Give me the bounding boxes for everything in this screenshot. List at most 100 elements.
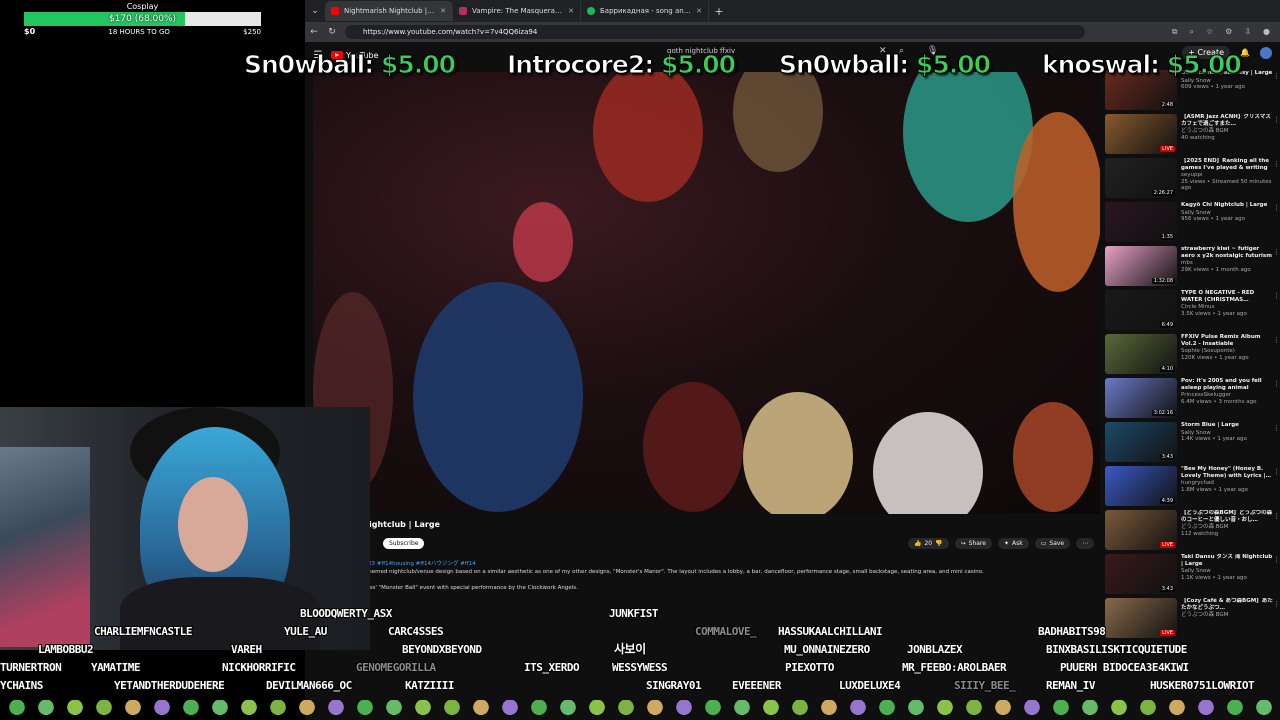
more-actions-button[interactable]: ⋯ [1076,538,1095,549]
video-title: ightclub | Large [369,520,440,529]
donor-name: Introcore2: [506,50,654,80]
related-stats: 6.4M views • 3 months ago [1181,398,1257,405]
new-tab-button[interactable]: + [709,5,729,18]
related-video-item[interactable]: 3:43 Storm Blue | Large Sally Snow 1.4K vie… [1105,422,1280,466]
more-vert-icon[interactable]: ⋮ [1273,556,1280,564]
more-vert-icon[interactable]: ⋮ [1273,512,1280,520]
donation-amount: $5.00 [660,50,736,80]
more-vert-icon[interactable]: ⋮ [1273,72,1280,80]
tab-youtube[interactable]: Nightmarish Nightclub | Larg ✕ [325,1,453,21]
extension-icon[interactable]: ⧉ [1172,27,1178,37]
subscribe-button[interactable]: Subscribe [383,538,425,549]
chatter-sprite [153,700,171,718]
puzzle-icon[interactable]: ⚙ [1225,27,1232,37]
avatar[interactable] [1260,46,1272,59]
related-stats: 112 watching [1181,530,1219,537]
video-thumbnail[interactable]: 6:49 [1105,290,1177,330]
more-vert-icon[interactable]: ⋮ [1273,204,1280,212]
donation-amount: $5.00 [380,50,456,80]
stream-overlay: { "goal": { "title": "Cosplay", "label":… [0,0,1280,720]
video-thumbnail[interactable]: 1:35 [1105,202,1177,242]
address-bar[interactable]: https://www.youtube.com/watch?v=7v4QQ6iz… [345,25,1085,39]
related-stats: 956 views • 1 year ago [1181,216,1246,222]
related-video-item[interactable]: 2:26:27 【2025 END】Ranking all the games I… [1105,158,1280,202]
tab-spotify[interactable]: Баррикадная - song and lyrics by ✕ [581,1,709,21]
url-text: https://www.youtube.com/watch?v=7v4QQ6iz… [363,28,538,36]
related-video-item[interactable]: 1:32:08 strawberry kiwi ~ futiger aero x … [1105,246,1280,290]
notifications-icon[interactable]: 🔔 [1240,48,1250,57]
chatter-name: TURNERTRON [0,661,62,674]
video-thumbnail[interactable]: 3:02:16 [1105,378,1177,418]
video-description[interactable]: 2023 #ff14housing #ff14ハウジング #ff14 y-the… [361,560,1101,604]
video-thumbnail[interactable]: 3:43 [1105,554,1177,594]
star-icon[interactable]: ☆ [1206,27,1213,37]
goal-title: Cosplay [126,2,159,11]
ask-button[interactable]: ✦ Ask [997,538,1029,549]
related-title: 【ASMR Jazz ACNH】クリスマスカフェで過ごすまた… [1181,114,1271,127]
related-video-item[interactable]: 3:02:16 Pov: it's 2005 and you fell aslee… [1105,378,1280,422]
more-vert-icon[interactable]: ⋮ [1273,160,1280,168]
video-thumbnail[interactable]: 1:32:08 [1105,246,1177,286]
chatter-sprite [182,700,200,718]
related-stats: 3.5K views • 1 year ago [1181,310,1247,317]
webcam-shelf [0,447,90,647]
more-vert-icon[interactable]: ⋮ [1273,248,1280,256]
close-icon[interactable]: ✕ [568,7,574,15]
sparkle-icon: ✦ [1003,540,1009,547]
more-vert-icon[interactable]: ⋮ [1273,292,1280,300]
video-thumbnail[interactable]: LIVE [1105,510,1177,550]
video-thumbnail[interactable]: 3:43 [1105,422,1177,462]
more-vert-icon[interactable]: ⋮ [1273,116,1280,124]
browser-window: ⌄ Nightmarish Nightclub | Larg ✕ Vampire… [305,0,1280,720]
duration-badge: 1:32:08 [1151,278,1175,284]
more-vert-icon[interactable]: ⋮ [1273,600,1280,608]
related-stats: 29K views • 1 month ago [1181,266,1251,273]
more-vert-icon[interactable]: ⋮ [1273,336,1280,344]
like-button[interactable]: 👍 20 👎 [908,538,949,549]
reload-icon[interactable]: ↻ [323,27,341,37]
related-video-item[interactable]: 4:10 FFXIV Pulse Remix Album Vol.2 - Insa… [1105,334,1280,378]
related-video-item[interactable]: 3:43 Taki Dansu ダンス 滝 Nightclub | Large Sa… [1105,554,1280,598]
chatter-name: NICKHORRIFIC [222,661,296,674]
related-video-item[interactable]: 4:39 "Bee My Honey" (Honey B. Lovely Them… [1105,466,1280,510]
related-video-item[interactable]: LIVE 【Cozy Café & あつ森BGM】あたたかなどうぶつ… どうぶつの森… [1105,598,1280,642]
chatter-name: YCHAINS [0,679,43,692]
back-icon[interactable]: ← [305,27,323,37]
video-thumbnail[interactable]: LIVE [1105,598,1177,638]
scene-figure [513,202,573,282]
related-video-item[interactable]: LIVE 【どうぶつの森BGM】どうぶつの森のコーヒーと優しい音・おし… どうぶつの… [1105,510,1280,554]
donor-name: Sn0wball: [243,50,374,80]
profile-icon[interactable]: ● [1263,27,1270,37]
more-vert-icon[interactable]: ⋮ [1273,424,1280,432]
related-channel: どうぶつの森 BGM [1181,612,1229,618]
close-icon[interactable]: ✕ [696,7,702,15]
save-button[interactable]: ▭ Save [1034,538,1071,549]
tab-title: Баррикадная - song and lyrics by [600,7,692,15]
close-icon[interactable]: ✕ [440,7,446,15]
donation-amount: $5.00 [1166,50,1242,80]
more-vert-icon[interactable]: ⋮ [1273,468,1280,476]
related-video-item[interactable]: LIVE 【ASMR Jazz ACNH】クリスマスカフェで過ごすまた… どうぶつの… [1105,114,1280,158]
video-thumbnail[interactable]: 4:10 [1105,334,1177,374]
video-thumbnail[interactable]: 2:26:27 [1105,158,1177,198]
related-stats: 1.4K views • 1 year ago [1181,436,1247,442]
video-thumbnail[interactable]: LIVE [1105,114,1177,154]
bookmark-icon: ▭ [1040,540,1047,547]
share-button[interactable]: ↪ Share [954,538,992,549]
zoom-icon[interactable]: ⌕ [1189,27,1193,37]
more-vert-icon[interactable]: ⋮ [1273,380,1280,388]
scene-figure [873,412,983,514]
related-title: Kagyō Chi Nightclub | Large [1181,202,1268,208]
related-video-item[interactable]: 6:49 TYPE O NEGATIVE - RED WATER (CHRISTM… [1105,290,1280,334]
duration-badge: 3:43 [1159,586,1175,592]
related-video-item[interactable]: 1:35 Kagyō Chi Nightclub | Large Sally Sno… [1105,202,1280,246]
video-player[interactable] [313,72,1100,514]
tab-vampire[interactable]: Vampire: The Masquerade Clan Te ✕ [453,1,581,21]
duration-badge: 4:10 [1159,366,1175,372]
related-title: Pov: it's 2005 and you fell asleep playi… [1181,378,1262,391]
thumbs-down-icon[interactable]: 👎 [935,540,942,547]
video-thumbnail[interactable]: 4:39 [1105,466,1177,506]
chatter-sprite [95,700,113,718]
tab-search-icon[interactable]: ⌄ [305,6,325,16]
download-icon[interactable]: ⇩ [1244,27,1251,37]
